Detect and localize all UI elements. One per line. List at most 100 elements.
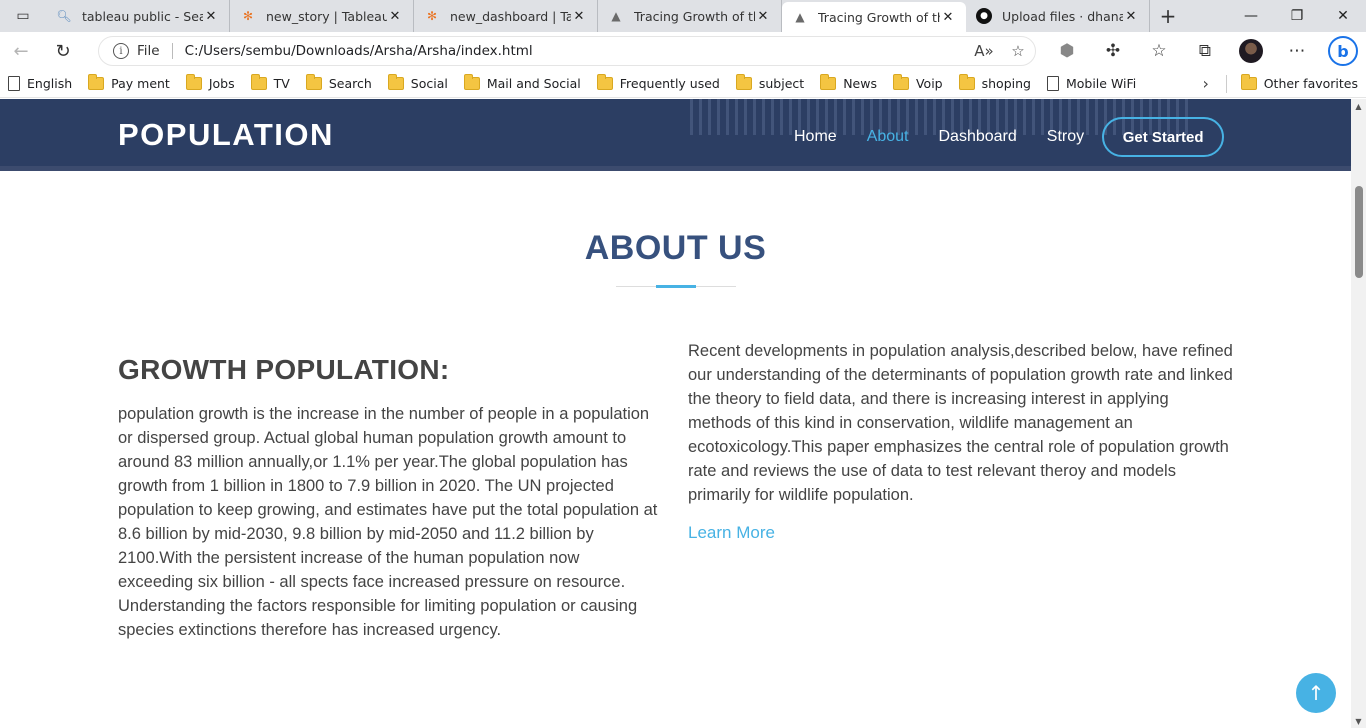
refresh-icon[interactable]: ↻ (42, 32, 84, 70)
search-icon: 🔍︎ (56, 9, 72, 23)
url-divider (171, 43, 173, 59)
window-controls: — ❐ ✕ (1228, 0, 1366, 32)
page-icon (1046, 76, 1059, 91)
minimize-icon[interactable]: — (1228, 0, 1274, 32)
bookmark-other-favorites[interactable]: Other favorites (1233, 70, 1366, 98)
nav-home[interactable]: Home (794, 117, 837, 157)
tab-label: Tracing Growth of the Population (634, 8, 755, 24)
bookmark-mail-social[interactable]: Mail and Social (456, 70, 589, 98)
folder-icon (892, 74, 909, 90)
url-field[interactable]: i File C:/Users/sembu/Downloads/Arsha/Ar… (98, 36, 1036, 66)
tableau-icon: ✻ (426, 9, 438, 23)
tab-label: Upload files · dhanasekar (1002, 8, 1123, 24)
folder-icon (185, 74, 202, 90)
bing-icon: b (1328, 36, 1358, 66)
nav-story[interactable]: Stroy (1047, 117, 1084, 157)
bookmark-label: Search (328, 76, 372, 91)
bookmark-frequently-used[interactable]: Frequently used (589, 70, 728, 98)
learn-more-link[interactable]: Learn More (688, 523, 775, 543)
bookmark-label: Jobs (208, 76, 235, 91)
url-text[interactable]: C:/Users/sembu/Downloads/Arsha/Arsha/ind… (185, 43, 967, 59)
bookmark-english[interactable]: English (0, 70, 80, 98)
bing-chat-icon[interactable]: b (1320, 32, 1366, 70)
nav-about[interactable]: About (867, 117, 909, 157)
folder-icon (88, 74, 105, 90)
bookmark-voip[interactable]: Voip (885, 70, 951, 98)
more-options-icon[interactable]: ⋯ (1274, 32, 1320, 70)
bookmarks-bar: English Pay ment Jobs TV Search Social M… (0, 70, 1366, 98)
close-tab-icon[interactable]: ✕ (1123, 8, 1139, 24)
bookmark-label: Frequently used (619, 76, 720, 91)
bookmark-label: subject (758, 76, 805, 91)
tab-label: Tracing Growth of the Population (818, 9, 940, 25)
bookmark-label: Voip (915, 76, 943, 91)
back-to-top-button[interactable]: ↑ (1296, 673, 1336, 713)
page-icon (8, 76, 20, 91)
title-accent-bar (656, 285, 696, 288)
tab-tableau-search[interactable]: 🔍︎ tableau public - Search ✕ (46, 0, 230, 32)
back-arrow-icon[interactable]: ← (0, 32, 42, 70)
bookmark-mobile-wifi[interactable]: Mobile WiFi (1039, 70, 1144, 98)
scroll-thumb[interactable] (1355, 186, 1363, 278)
favorites-icon[interactable]: ☆ (1136, 32, 1182, 70)
get-started-button[interactable]: Get Started (1102, 117, 1225, 157)
restore-icon[interactable]: ❐ (1274, 0, 1320, 32)
close-tab-icon[interactable]: ✕ (203, 8, 219, 24)
close-window-icon[interactable]: ✕ (1320, 0, 1366, 32)
scroll-down-icon[interactable]: ▼ (1351, 714, 1366, 728)
research-paragraph: Recent developments in population analys… (688, 342, 1233, 504)
bookmark-news[interactable]: News (812, 70, 885, 98)
toolbar: ⬢ ✣ ☆ ⧉ ⋯ b (1044, 32, 1366, 70)
bookmark-social[interactable]: Social (380, 70, 456, 98)
shield-icon[interactable]: ⬢ (1044, 32, 1090, 70)
bookmark-label: News (843, 76, 877, 91)
bookmark-subject[interactable]: subject (728, 70, 812, 98)
nav-dashboard[interactable]: Dashboard (939, 117, 1017, 157)
bookmark-tv[interactable]: TV (243, 70, 298, 98)
folder-icon (305, 74, 322, 90)
tab-label: new_story | Tableau Public (266, 8, 387, 24)
tab-strip: ▭ 🔍︎ tableau public - Search ✕ ✻ new_sto… (0, 0, 1366, 32)
main-nav: Home About Dashboard Stroy Get Started (794, 117, 1225, 157)
address-bar: ← ↻ i File C:/Users/sembu/Downloads/Arsh… (0, 32, 1366, 70)
folder-icon (463, 74, 480, 90)
avatar (1239, 39, 1263, 63)
read-aloud-icon[interactable]: A» (967, 42, 1001, 60)
bookmark-search[interactable]: Search (298, 70, 380, 98)
growth-heading: GROWTH POPULATION: (118, 354, 450, 385)
close-tab-icon[interactable]: ✕ (387, 8, 403, 24)
section-title: ABOUT US (584, 229, 767, 267)
new-tab-icon[interactable]: + (1150, 0, 1186, 32)
folder-icon (735, 74, 752, 90)
bookmark-shoping[interactable]: shoping (951, 70, 1039, 98)
github-icon: ● (976, 8, 992, 24)
bookmark-payment[interactable]: Pay ment (80, 70, 178, 98)
close-tab-icon[interactable]: ✕ (940, 9, 956, 25)
tab-new-dashboard[interactable]: ✻ new_dashboard | Tableau Public ✕ (414, 0, 598, 32)
tab-actions-icon[interactable]: ▭ (0, 0, 46, 32)
tab-label: tableau public - Search (82, 8, 203, 24)
folder-icon (387, 74, 404, 90)
info-icon[interactable]: i (113, 43, 129, 59)
add-favorite-icon[interactable]: ☆ (1001, 42, 1035, 60)
tab-github-upload[interactable]: ● Upload files · dhanasekar ✕ (966, 0, 1150, 32)
tab-tracing-growth-1[interactable]: ▲ Tracing Growth of the Population ✕ (598, 0, 782, 32)
bookmark-label: Social (410, 76, 448, 91)
bookmark-label: Other favorites (1263, 76, 1358, 91)
chevron-right-icon[interactable]: › (1192, 74, 1220, 93)
profile-avatar[interactable] (1228, 32, 1274, 70)
page-scrollbar[interactable]: ▲ ▼ (1351, 99, 1366, 728)
folder-icon (596, 74, 613, 90)
site-logo[interactable]: POPULATION (118, 117, 334, 153)
bookmarks-divider (1225, 74, 1227, 93)
bookmark-label: TV (273, 76, 290, 91)
tab-new-story[interactable]: ✻ new_story | Tableau Public ✕ (230, 0, 414, 32)
scroll-up-icon[interactable]: ▲ (1351, 99, 1366, 113)
collections-icon[interactable]: ⧉ (1182, 32, 1228, 70)
close-tab-icon[interactable]: ✕ (571, 8, 587, 24)
close-tab-icon[interactable]: ✕ (755, 8, 771, 24)
bookmark-jobs[interactable]: Jobs (178, 70, 243, 98)
tab-tracing-growth-active[interactable]: ▲ Tracing Growth of the Population ✕ (782, 2, 966, 32)
extensions-icon[interactable]: ✣ (1090, 32, 1136, 70)
about-right-column: Recent developments in population analys… (688, 339, 1236, 543)
